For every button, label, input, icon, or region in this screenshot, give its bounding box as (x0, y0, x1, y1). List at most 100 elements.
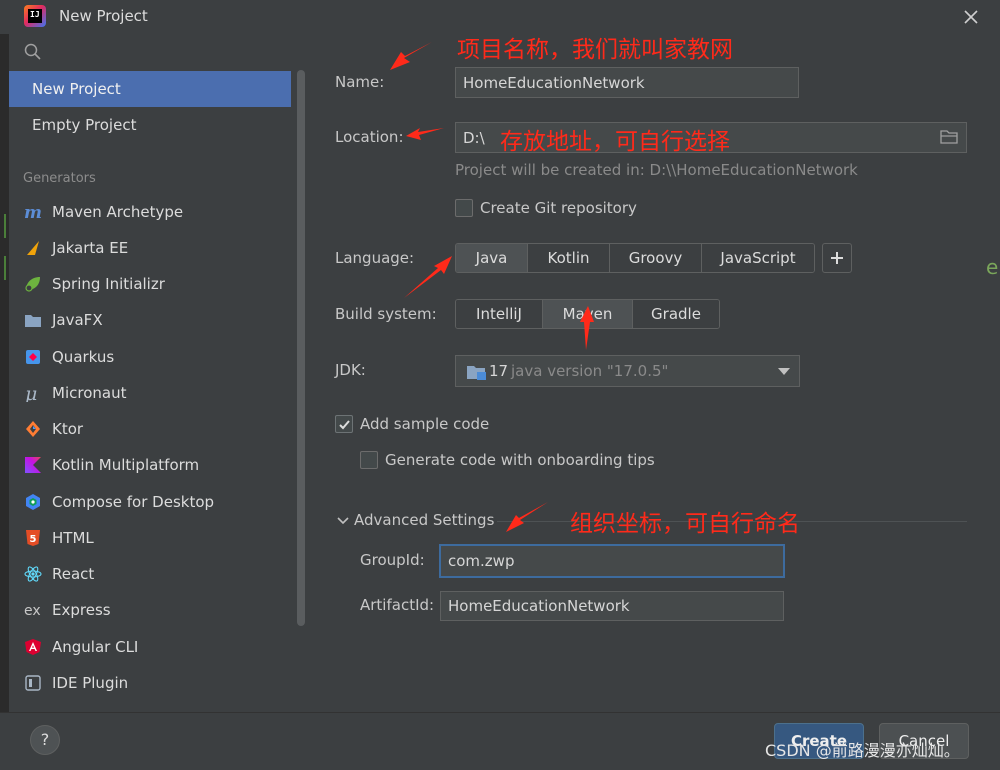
build-option-intellij[interactable]: IntelliJ (456, 300, 543, 328)
maven-icon: m (24, 203, 42, 221)
onboarding-tips-label: Generate code with onboarding tips (385, 451, 655, 469)
intellij-logo-icon: IJ (24, 5, 46, 27)
add-language-button[interactable] (822, 243, 852, 273)
onboarding-tips-checkbox[interactable] (360, 451, 378, 469)
sidebar-item-ide-plugin[interactable]: IDE Plugin (9, 665, 291, 701)
build-system-selector: IntelliJ Maven Gradle (455, 299, 720, 329)
annotation-groupid: 组织坐标，可自行命名 (570, 511, 800, 537)
add-sample-code-checkbox[interactable] (335, 415, 353, 433)
sidebar-item-label: Micronaut (52, 384, 127, 402)
sidebar-item-spring-initializr[interactable]: Spring Initializr (9, 266, 291, 302)
sidebar-item-angular-cli[interactable]: Angular CLI (9, 629, 291, 665)
svg-text:μ: μ (25, 384, 37, 402)
checkmark-icon (339, 420, 350, 430)
create-git-repo-checkbox[interactable] (455, 199, 473, 217)
sidebar-item-compose-for-desktop[interactable]: Compose for Desktop (9, 484, 291, 520)
window-title: New Project (59, 7, 148, 25)
sidebar-item-empty-project[interactable]: Empty Project (9, 107, 291, 143)
groupid-label: GroupId: (360, 551, 425, 569)
language-option-kotlin[interactable]: Kotlin (528, 244, 610, 272)
chevron-down-icon[interactable] (337, 516, 349, 526)
svg-text:ex: ex (24, 603, 41, 619)
name-label: Name: (335, 73, 385, 91)
sidebar-item-label: Maven Archetype (52, 203, 184, 221)
sidebar-item-label: Ktor (52, 420, 84, 438)
build-option-maven[interactable]: Maven (543, 300, 633, 328)
plus-icon (831, 252, 843, 264)
sidebar-item-quarkus[interactable]: Quarkus (9, 339, 291, 375)
search-icon[interactable] (23, 42, 43, 62)
react-icon (24, 566, 42, 582)
angular-icon (25, 639, 41, 655)
express-icon: ex (24, 603, 41, 619)
micronaut-icon: μ (25, 384, 37, 402)
jakarta-ee-icon (27, 241, 39, 255)
sidebar-item-express[interactable]: ex Express (9, 592, 291, 628)
sidebar-item-label: HTML (52, 529, 94, 547)
jdk-folder-icon (467, 366, 486, 380)
advanced-settings-toggle[interactable]: Advanced Settings (354, 511, 494, 529)
annotation-name: 项目名称，我们就叫家教网 (457, 37, 733, 63)
sidebar-item-label: Express (52, 601, 111, 619)
sidebar-item-react[interactable]: React (9, 556, 291, 592)
svg-text:5: 5 (30, 534, 37, 545)
ktor-icon (26, 421, 40, 437)
sidebar-item-jakarta-ee[interactable]: Jakarta EE (9, 230, 291, 266)
jdk-version: 17 (489, 362, 509, 380)
sidebar-item-micronaut[interactable]: μ Micronaut (9, 375, 291, 411)
language-option-javascript[interactable]: JavaScript (702, 244, 814, 272)
sidebar-item-ktor[interactable]: Ktor (9, 411, 291, 447)
sidebar-item-label: Spring Initializr (52, 275, 165, 293)
folder-browse-icon[interactable] (940, 129, 958, 145)
sidebar-scrollbar[interactable] (297, 70, 305, 626)
build-system-label: Build system: (335, 305, 437, 323)
watermark: CSDN @前路漫漫亦灿灿。 (765, 741, 960, 760)
sidebar-item-label: Angular CLI (52, 638, 139, 656)
sidebar-item-label: JavaFX (52, 311, 103, 329)
kotlin-icon (25, 457, 41, 473)
gutter-change-marker (4, 214, 6, 238)
quarkus-icon (26, 350, 40, 364)
gutter-change-marker (4, 256, 6, 280)
sidebar-item-new-project[interactable]: New Project (9, 71, 291, 107)
compose-icon (26, 494, 40, 510)
close-icon[interactable] (959, 5, 983, 29)
sidebar-item-label: Jakarta EE (52, 239, 129, 257)
sidebar-item-label: React (52, 565, 95, 583)
project-type-sidebar: New Project Empty Project Generators m M… (9, 34, 310, 712)
svg-text:m: m (24, 203, 42, 221)
spring-icon (25, 277, 40, 292)
editor-gutter (0, 34, 9, 770)
language-option-groovy[interactable]: Groovy (610, 244, 702, 272)
sidebar-item-maven-archetype[interactable]: m Maven Archetype (9, 194, 291, 230)
artifactid-input[interactable] (440, 591, 784, 621)
language-selector: Java Kotlin Groovy JavaScript (455, 243, 815, 273)
sidebar-item-label: Kotlin Multiplatform (52, 456, 200, 474)
html5-icon: 5 (26, 530, 40, 546)
ide-plugin-icon (25, 675, 41, 691)
artifactid-label: ArtifactId: (360, 596, 435, 614)
sidebar-item-kotlin-multiplatform[interactable]: Kotlin Multiplatform (9, 447, 291, 483)
build-option-gradle[interactable]: Gradle (633, 300, 719, 328)
sidebar-item-html[interactable]: 5 HTML (9, 520, 291, 556)
chevron-down-icon (778, 368, 790, 375)
title-bar: IJ New Project (0, 0, 1000, 34)
location-hint: Project will be created in: D:\\HomeEduc… (455, 161, 858, 179)
name-input[interactable] (455, 67, 799, 98)
jdk-detail: java version "17.0.5" (511, 362, 669, 380)
logo-text: IJ (30, 10, 40, 19)
create-git-repo-label: Create Git repository (480, 199, 637, 217)
annotation-location: 存放地址，可自行选择 (500, 129, 730, 155)
jdk-dropdown[interactable]: 17 java version "17.0.5" (455, 355, 800, 387)
language-label: Language: (335, 249, 415, 267)
generators-section-label: Generators (23, 171, 96, 186)
background-editor-glyph: e (986, 255, 999, 279)
javafx-icon (25, 315, 41, 327)
language-option-java[interactable]: Java (456, 244, 528, 272)
sidebar-item-label: Compose for Desktop (52, 493, 215, 511)
location-label: Location: (335, 128, 404, 146)
sidebar-item-javafx[interactable]: JavaFX (9, 302, 291, 338)
help-button[interactable]: ? (30, 725, 60, 755)
groupid-input[interactable] (439, 544, 785, 578)
sidebar-item-label: IDE Plugin (52, 674, 129, 692)
